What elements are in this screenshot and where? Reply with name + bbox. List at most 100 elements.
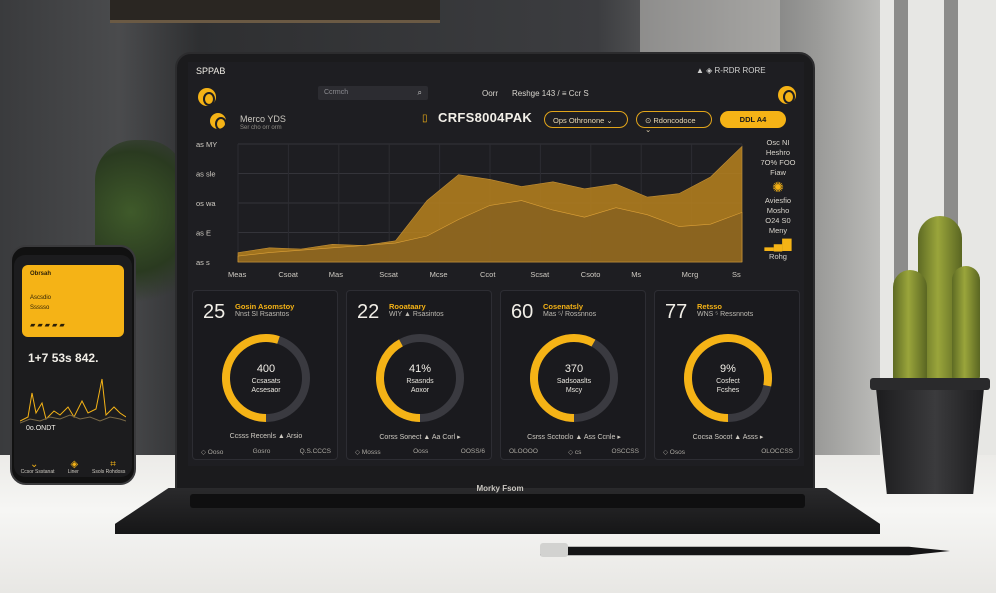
x-tick-label: Ms [631, 270, 641, 279]
card-subtitle: Nnst SI Rsasntos [235, 311, 290, 318]
card-value: 77 [665, 301, 688, 323]
filter-dropdown-1[interactable]: Ops Othronone ⌄ [544, 111, 628, 128]
card-footer-meta: ◇ Osos OLOCCSS [663, 448, 793, 456]
chart-title: CRFS8004PAK [438, 110, 533, 125]
side-stat-9: Rohg [769, 252, 787, 261]
cactus-arm [893, 270, 927, 382]
card-subtitle: WNS ⁵ Ressnnots [697, 311, 754, 318]
plant-pot [870, 378, 990, 496]
phone-caption: 0o.ONDT [26, 425, 56, 432]
ring-value: 400 [256, 363, 276, 375]
filter-2-label: Rdoncodoce [653, 116, 696, 125]
card-footer-meta: ◇ Mosss Ooss OOSS/6 [355, 448, 485, 456]
pen-clip [540, 543, 568, 557]
phone-card-icons: ▰ ▰ ▰ ▰ ▰ [30, 322, 65, 329]
chevron-down-icon: ⌄ [645, 125, 652, 134]
phone-card-line: Ssssso [30, 305, 50, 311]
user-subtitle: Ser cho orr orm [240, 125, 282, 131]
stat-card-1[interactable]: 25 Gosin Asomstoy Nnst SI Rsasntos 400 C… [192, 290, 338, 460]
x-tick-label: Scsat [530, 270, 550, 279]
card-subtitle: WIY ▲ Rsasintos [389, 311, 444, 318]
pot-rim [870, 378, 990, 390]
profile-icon[interactable] [778, 86, 796, 104]
x-tick-label: Mcrg [682, 270, 699, 279]
search-placeholder: Ccrmch [324, 89, 349, 96]
action-button[interactable]: DDL A4 [720, 111, 786, 128]
phone-nav-icon[interactable]: ◈ [71, 459, 79, 470]
card-value: 60 [511, 301, 534, 323]
x-tick-label: Csoto [581, 270, 601, 279]
phone-nav-icon[interactable]: ⌗ [110, 459, 116, 470]
card-footer: Cocsa Socot ▲ Asss ▸ [692, 434, 764, 441]
ring-label: Cosfect Fcshes [716, 378, 740, 394]
ring-value: 370 [564, 363, 584, 375]
phone-nav-labels: Ccsor Ssstanat Liner Ssols Rohdoss [20, 469, 126, 475]
nav-item-1[interactable]: Oorr [482, 89, 498, 98]
side-stats: Osc NI Heshro 7O% FOO Fiaw ✺ Aviesfio Mo… [754, 138, 802, 262]
stat-card-2[interactable]: 22 Rooataary WIY ▲ Rsasintos 41% Rsasnds… [346, 290, 492, 460]
pot-body [876, 388, 984, 494]
stat-card-3[interactable]: 60 Cosenatsly Mas ⁵/ Rossnnos 370 Sadsoa… [500, 290, 646, 460]
chevron-down-icon: ⌄ [606, 116, 613, 125]
card-title: Retsso [697, 302, 723, 311]
app-name: SPPAB [196, 66, 226, 76]
y-tick-label: os wa [196, 199, 216, 208]
phone-chart [20, 378, 126, 424]
stat-cards: 25 Gosin Asomstoy Nnst SI Rsasntos 400 C… [192, 290, 800, 460]
phone-balance-card[interactable]: Obrsah Ascsdio Ssssso ▰ ▰ ▰ ▰ ▰ [22, 265, 124, 337]
search-input[interactable]: Ccrmch ⌕ [318, 86, 428, 100]
side-stat-5: Aviesfio [764, 196, 792, 205]
side-stat-1: Osc NI [766, 138, 790, 147]
x-tick-label: Mas [329, 270, 343, 279]
ring-label: Sadsoaslts Mscy [556, 378, 592, 394]
sun-icon: ✺ [772, 179, 784, 195]
side-stat-3: 7O% FOO [760, 158, 796, 167]
y-tick-label: as sle [196, 170, 216, 179]
card-footer: Corss Sonect ▲ Aa Corl ▸ [379, 434, 461, 441]
card-footer: Csrss Scctoclo ▲ Ass Ccnle ▸ [527, 434, 621, 441]
phone-screen: Obrsah Ascsdio Ssssso ▰ ▰ ▰ ▰ ▰ 1+7 53s … [14, 255, 132, 477]
card-footer-meta: ◇ Ooso Gosro Q.S.CCCS [201, 448, 331, 456]
card-value: 22 [357, 301, 380, 323]
filter-dropdown-2[interactable]: ⊙ Rdoncodoce ⌄ [636, 111, 712, 134]
card-subtitle: Mas ⁵/ Rossnnos [543, 311, 597, 318]
ring-label: Ccsasats Acsesaor [251, 378, 281, 394]
stat-card-4[interactable]: 77 Retsso WNS ⁵ Ressnnots 9% Cosfect Fcsh… [654, 290, 800, 460]
status-bar: ▲ ◈ R-RDR RORE [696, 66, 766, 75]
lock-icon: ▯ [422, 113, 428, 124]
dashboard-screen: SPPAB ▲ ◈ R-RDR RORE Ccrmch ⌕ Oorr Reshg… [188, 62, 804, 466]
phone-card-line: Ascsdio [30, 295, 52, 301]
x-tick-label: Mcse [430, 270, 448, 279]
search-icon[interactable]: ⌕ [418, 88, 422, 98]
card-footer-meta: OLOOOO ◇ cs OSCCSS [509, 448, 639, 456]
phone-nav-icon[interactable]: ⌄ [30, 459, 38, 470]
card-title: Cosenatsly [543, 302, 584, 311]
keyboard [190, 494, 805, 508]
side-stat-8: Meny [768, 226, 788, 235]
x-tick-label: Csoat [278, 270, 299, 279]
phone-balance: 1+7 53s 842. [28, 351, 99, 365]
status-text: R-RDR RORE [714, 66, 766, 75]
x-tick-label: Ss [732, 270, 741, 279]
phone-card-title: Obrsah [30, 271, 52, 277]
user-avatar-icon[interactable] [210, 113, 227, 131]
area-chart: as MY as sle os wa as E as s Meas Csoat Mas Scsa… [196, 140, 743, 279]
shelf-edge [110, 20, 440, 23]
x-tick-label: Ccot [480, 270, 496, 279]
side-stat-6: Mosho [766, 206, 790, 215]
y-tick-label: as E [196, 229, 211, 238]
cactus-arm [952, 266, 980, 380]
curtain [640, 0, 780, 60]
y-tick-label: as s [196, 258, 210, 267]
ring-label: Rsasnds Aoxor [406, 378, 434, 394]
shelf [110, 0, 440, 22]
filter-1-label: Ops Othronone [553, 116, 605, 125]
logo-icon[interactable] [198, 88, 216, 106]
bar-chart-icon: ▂▄▇ [764, 237, 792, 251]
y-tick-label: as MY [196, 140, 217, 149]
side-stat-4: Fiaw [770, 168, 786, 177]
ring-value: 9% [720, 363, 736, 375]
user-name: Merco YDS [240, 114, 286, 124]
nav-item-2[interactable]: Reshge 143 / ≡ Ccr S [512, 89, 589, 98]
card-title: Rooataary [389, 302, 426, 311]
